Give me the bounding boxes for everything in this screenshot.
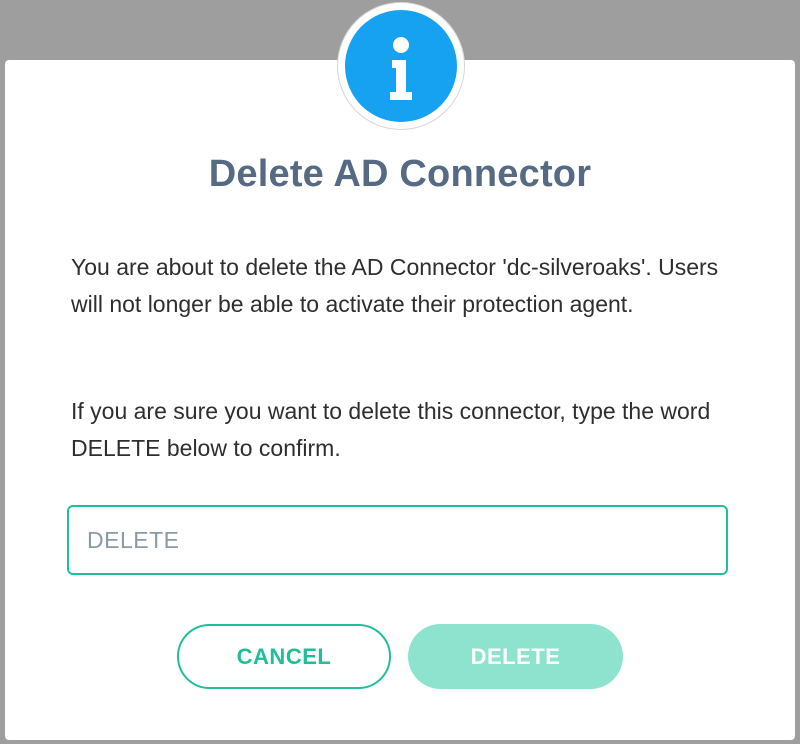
- dialog-title: Delete AD Connector: [208, 153, 592, 195]
- confirm-delete-input[interactable]: [67, 505, 728, 575]
- dialog-instruction: If you are sure you want to delete this …: [71, 398, 711, 461]
- dialog-message: You are about to delete the AD Connector…: [71, 254, 719, 317]
- info-icon: [345, 10, 457, 122]
- delete-button[interactable]: DELETE: [408, 624, 623, 689]
- cancel-button[interactable]: CANCEL: [177, 624, 391, 689]
